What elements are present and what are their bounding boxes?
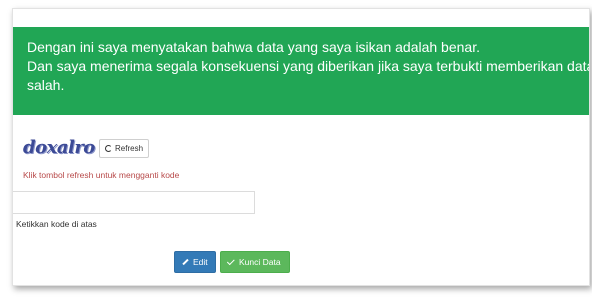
refresh-icon <box>105 145 112 152</box>
declaration-line-3: salah. <box>27 77 65 93</box>
pencil-icon <box>182 258 189 266</box>
lock-data-button[interactable]: Kunci Data <box>220 251 290 273</box>
page: Dengan ini saya menyatakan bahwa data ya… <box>0 0 592 297</box>
captcha-image: doxalro <box>13 130 95 166</box>
refresh-button-label: Refresh <box>115 144 144 153</box>
declaration-line-1: Dengan ini saya menyatakan bahwa data ya… <box>27 39 480 55</box>
lock-data-button-label: Kunci Data <box>239 257 281 267</box>
edit-button[interactable]: Edit <box>174 251 216 273</box>
refresh-hint: Klik tombol refresh untuk mengganti kode <box>23 170 180 180</box>
captcha-input-help: Ketikkan kode di atas <box>16 219 97 229</box>
confirmation-panel: Dengan ini saya menyatakan bahwa data ya… <box>12 8 590 286</box>
check-icon <box>226 257 235 266</box>
captcha-code: doxalro <box>23 137 95 158</box>
captcha-input[interactable] <box>13 191 255 214</box>
refresh-button[interactable]: Refresh <box>99 139 150 158</box>
declaration-alert: Dengan ini saya menyatakan bahwa data ya… <box>13 27 589 115</box>
edit-button-label: Edit <box>193 257 208 267</box>
declaration-line-2: Dan saya menerima segala konsekuensi yan… <box>27 58 589 74</box>
